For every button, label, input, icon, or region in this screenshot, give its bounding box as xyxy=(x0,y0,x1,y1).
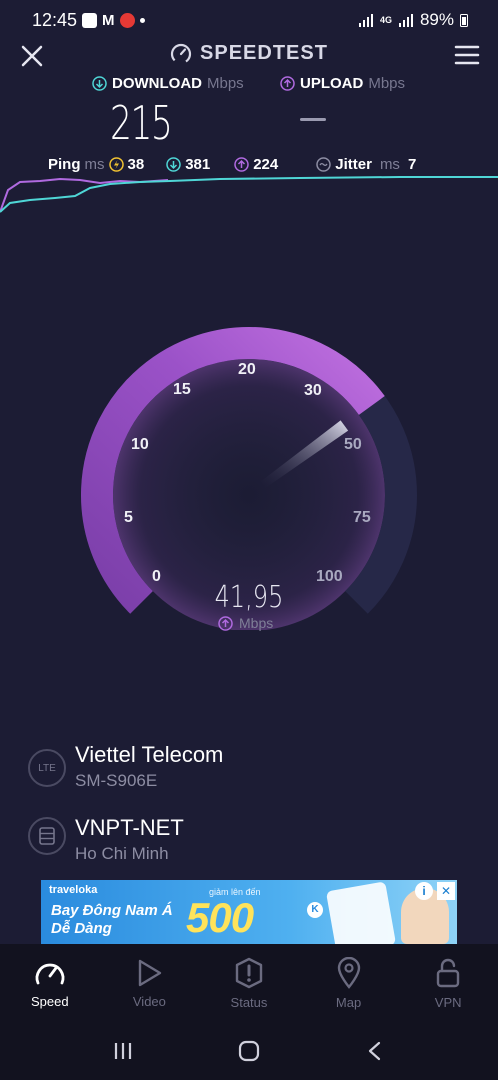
gauge-tick-75: 75 xyxy=(353,509,371,526)
nav-map[interactable]: Map xyxy=(299,944,399,1022)
status-time: 12:45 xyxy=(32,10,78,30)
signal-icon xyxy=(358,14,373,27)
battery-icon xyxy=(460,14,468,27)
current-speed-unit-text: Mbps xyxy=(239,615,274,631)
current-speed-value: 41,95 xyxy=(214,580,284,615)
server-icon xyxy=(28,817,66,855)
ad-title: Bay Đông Nam Á Dễ Dàng xyxy=(51,902,173,938)
download-history-line xyxy=(0,176,498,213)
nav-speed-label: Speed xyxy=(31,993,69,1009)
ad-phone-image xyxy=(325,881,397,944)
network-type: 4G xyxy=(379,15,392,25)
download-title: DOWNLOAD xyxy=(112,75,202,92)
gauge-tick-15: 15 xyxy=(173,381,191,398)
download-arrow-icon xyxy=(92,76,107,91)
nav-status[interactable]: Status xyxy=(199,944,299,1022)
bottom-navigation: Speed Video Status Map VPN xyxy=(0,944,498,1022)
gauge-tick-30: 30 xyxy=(304,382,322,399)
gmail-icon: M xyxy=(102,12,115,29)
dot-icon xyxy=(139,18,145,23)
ad-discount-k: K xyxy=(307,902,323,918)
ad-close-icon[interactable]: ✕ xyxy=(437,882,455,900)
speedometer-logo-icon xyxy=(170,43,192,64)
recent-apps-icon[interactable] xyxy=(112,1040,134,1062)
server-stack-icon xyxy=(39,827,55,845)
gauge-tick-50: 50 xyxy=(344,436,362,453)
upload-value-placeholder xyxy=(300,118,326,121)
map-pin-icon xyxy=(337,956,360,989)
nav-map-label: Map xyxy=(335,994,362,1010)
speed-history-graph xyxy=(0,176,498,213)
ad-brand: traveloka xyxy=(49,884,98,896)
ad-discount-number: 500 xyxy=(186,894,254,941)
server-name[interactable]: VNPT-NET xyxy=(75,815,184,841)
play-icon xyxy=(139,959,162,986)
download-value: 215 xyxy=(110,96,173,150)
ad-title-line2: Dễ Dàng xyxy=(51,920,112,937)
lock-icon xyxy=(436,958,460,987)
upload-title: UPLOAD xyxy=(300,75,364,92)
alert-icon xyxy=(235,957,263,988)
carrier-name[interactable]: Viettel Telecom xyxy=(75,742,223,768)
lte-badge-icon: LTE xyxy=(28,749,66,787)
gauge-tick-5: 5 xyxy=(124,509,133,526)
app-brand: SPEEDTEST xyxy=(0,42,498,65)
device-model: SM-S906E xyxy=(75,771,158,790)
gallery-icon xyxy=(82,13,97,28)
system-navigation-bar xyxy=(0,1022,498,1080)
nav-vpn[interactable]: VPN xyxy=(398,944,498,1022)
gauge-tick-20: 20 xyxy=(238,361,256,378)
nav-status-label: Status xyxy=(230,994,268,1010)
brand-title: SPEEDTEST xyxy=(200,42,328,64)
upload-unit: Mbps xyxy=(368,75,406,92)
home-icon[interactable] xyxy=(237,1039,261,1063)
notification-icons: M xyxy=(82,12,145,29)
speedometer-icon xyxy=(35,963,65,984)
status-right: 4G 89% xyxy=(358,10,468,30)
current-speed-unit: Mbps xyxy=(218,615,273,631)
upload-arrow-icon xyxy=(218,615,233,631)
vivaldi-icon xyxy=(119,13,135,28)
server-location: Ho Chi Minh xyxy=(75,844,169,863)
hamburger-menu-icon[interactable] xyxy=(454,44,480,66)
ad-banner[interactable]: traveloka Bay Đông Nam Á Dễ Dàng giảm lê… xyxy=(41,880,457,944)
ad-info-icon[interactable]: i xyxy=(415,882,433,900)
nav-speed[interactable]: Speed xyxy=(0,944,100,1022)
nav-video[interactable]: Video xyxy=(100,944,200,1022)
ad-title-line1: Bay Đông Nam Á xyxy=(51,902,173,919)
nav-vpn-label: VPN xyxy=(434,994,462,1010)
download-label: DOWNLOAD Mbps xyxy=(92,75,244,92)
gauge-tick-10: 10 xyxy=(131,436,149,453)
battery-percent: 89% xyxy=(419,10,454,29)
upload-label: UPLOAD Mbps xyxy=(280,75,405,92)
download-unit: Mbps xyxy=(207,75,244,92)
upload-arrow-icon xyxy=(280,76,295,91)
signal-icon xyxy=(398,14,413,27)
nav-video-label: Video xyxy=(132,993,166,1009)
back-icon[interactable] xyxy=(364,1040,386,1062)
upload-history-line xyxy=(0,177,169,213)
